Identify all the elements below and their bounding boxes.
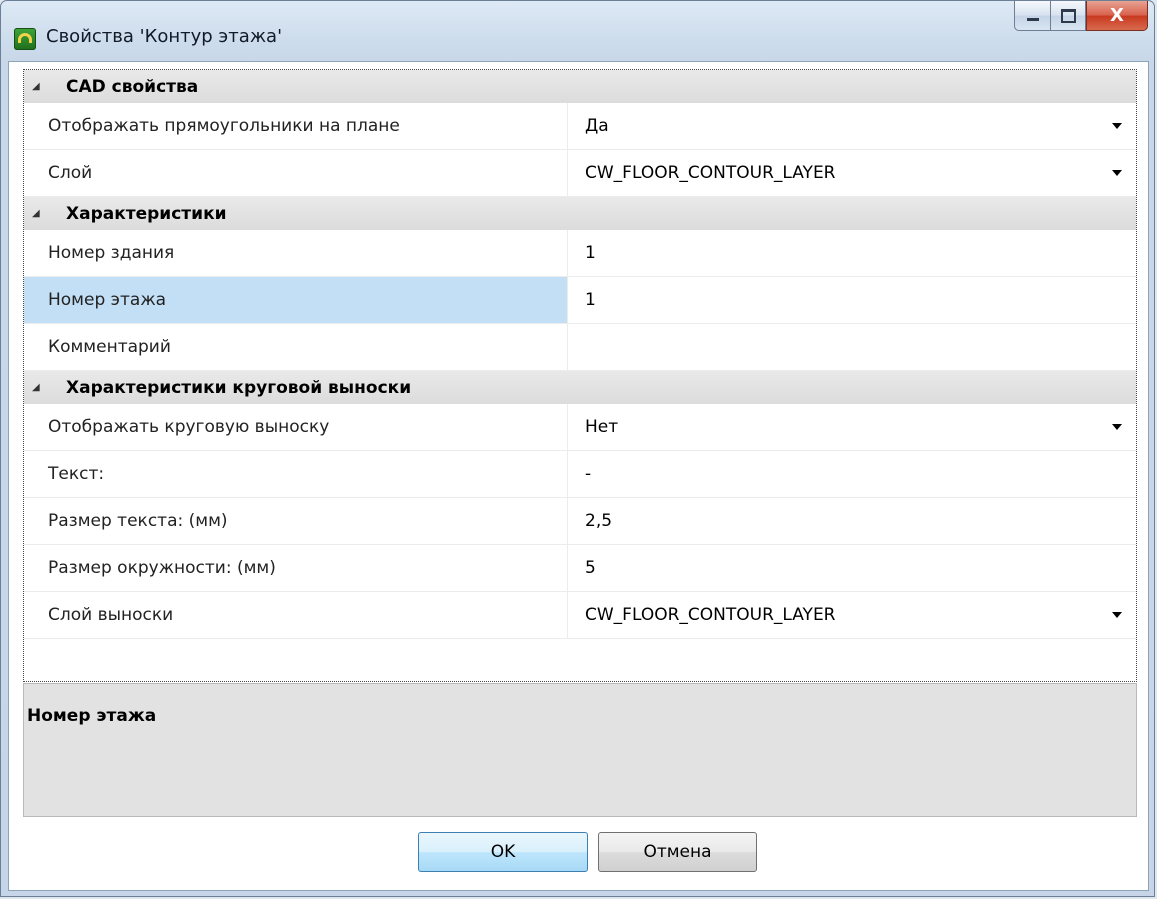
property-row[interactable]: Слой выноски CW_FLOOR_CONTOUR_LAYER [24,592,1136,639]
maximize-icon [1060,8,1076,23]
property-value-dropdown[interactable]: CW_FLOOR_CONTOUR_LAYER [568,592,1136,638]
description-panel: Номер этажа [23,683,1137,817]
property-grid: ◢ CAD свойства Отображать прямоугольники… [23,69,1137,682]
dialog-content: ◢ CAD свойства Отображать прямоугольники… [8,61,1149,891]
dropdown-arrow-icon[interactable] [1112,170,1122,176]
property-row[interactable]: Отображать круговую выноску Нет [24,404,1136,451]
property-value-field[interactable]: 2,5 [568,498,1136,544]
dropdown-arrow-icon[interactable] [1112,612,1122,618]
category-callout-characteristics[interactable]: ◢ Характеристики круговой выноски [24,371,1136,404]
property-name: Отображать прямоугольники на плане [24,103,568,149]
property-name: Размер окружности: (мм) [24,545,568,591]
property-name: Текст: [24,451,568,497]
dropdown-arrow-icon[interactable] [1112,424,1122,430]
collapse-triangle-icon[interactable]: ◢ [24,208,44,219]
property-name: Номер этажа [24,277,568,323]
property-value: 2,5 [585,511,613,531]
property-name: Слой выноски [24,592,568,638]
properties-dialog: Свойства 'Контур этажа' X ◢ CAD свойства… [0,0,1155,897]
property-value: Да [585,116,609,136]
minimize-button[interactable] [1014,1,1050,31]
property-value: CW_FLOOR_CONTOUR_LAYER [585,605,836,625]
property-value: 5 [585,558,596,578]
property-row[interactable]: Отображать прямоугольники на плане Да [24,103,1136,150]
property-value-field[interactable]: - [568,451,1136,497]
minimize-icon [1026,18,1039,21]
property-value-dropdown[interactable]: Да [568,103,1136,149]
property-name: Комментарий [24,324,568,370]
property-row[interactable]: Текст: - [24,451,1136,498]
dropdown-arrow-icon[interactable] [1112,123,1122,129]
window-controls: X [1014,1,1148,31]
category-cad-properties[interactable]: ◢ CAD свойства [24,70,1136,103]
category-characteristics[interactable]: ◢ Характеристики [24,197,1136,230]
property-row[interactable]: Размер текста: (мм) 2,5 [24,498,1136,545]
property-row[interactable]: Размер окружности: (мм) 5 [24,545,1136,592]
property-value: 1 [585,243,596,263]
property-value: Нет [585,417,619,437]
category-label: Характеристики [66,203,227,224]
close-button[interactable]: X [1086,1,1148,31]
property-value-field[interactable]: 5 [568,545,1136,591]
property-name: Размер текста: (мм) [24,498,568,544]
ok-button[interactable]: OK [418,832,588,872]
property-value-field[interactable] [568,324,1136,370]
window-title: Свойства 'Контур этажа' [46,26,283,47]
property-value-dropdown[interactable]: Нет [568,404,1136,450]
cancel-button[interactable]: Отмена [598,832,757,872]
property-value: 1 [585,290,596,310]
property-value: - [585,464,592,484]
collapse-triangle-icon[interactable]: ◢ [24,81,44,92]
close-icon: X [1110,5,1124,26]
property-value-field[interactable]: 1 [568,277,1136,323]
property-value-dropdown[interactable]: CW_FLOOR_CONTOUR_LAYER [568,150,1136,196]
property-name: Отображать круговую выноску [24,404,568,450]
property-name: Слой [24,150,568,196]
property-value-field[interactable]: 1 [568,230,1136,276]
category-label: CAD свойства [66,76,199,97]
button-bar: OK Отмена [9,832,1148,874]
description-title: Номер этажа [27,706,157,726]
property-row[interactable]: Номер здания 1 [24,230,1136,277]
category-label: Характеристики круговой выноски [66,377,412,398]
app-icon [14,28,36,50]
title-bar[interactable]: Свойства 'Контур этажа' X [1,1,1154,61]
property-row-selected[interactable]: Номер этажа 1 [24,277,1136,324]
property-row[interactable]: Слой CW_FLOOR_CONTOUR_LAYER [24,150,1136,197]
property-value: CW_FLOOR_CONTOUR_LAYER [585,163,836,183]
property-row[interactable]: Комментарий [24,324,1136,371]
maximize-button[interactable] [1050,1,1086,31]
collapse-triangle-icon[interactable]: ◢ [24,382,44,393]
property-name: Номер здания [24,230,568,276]
